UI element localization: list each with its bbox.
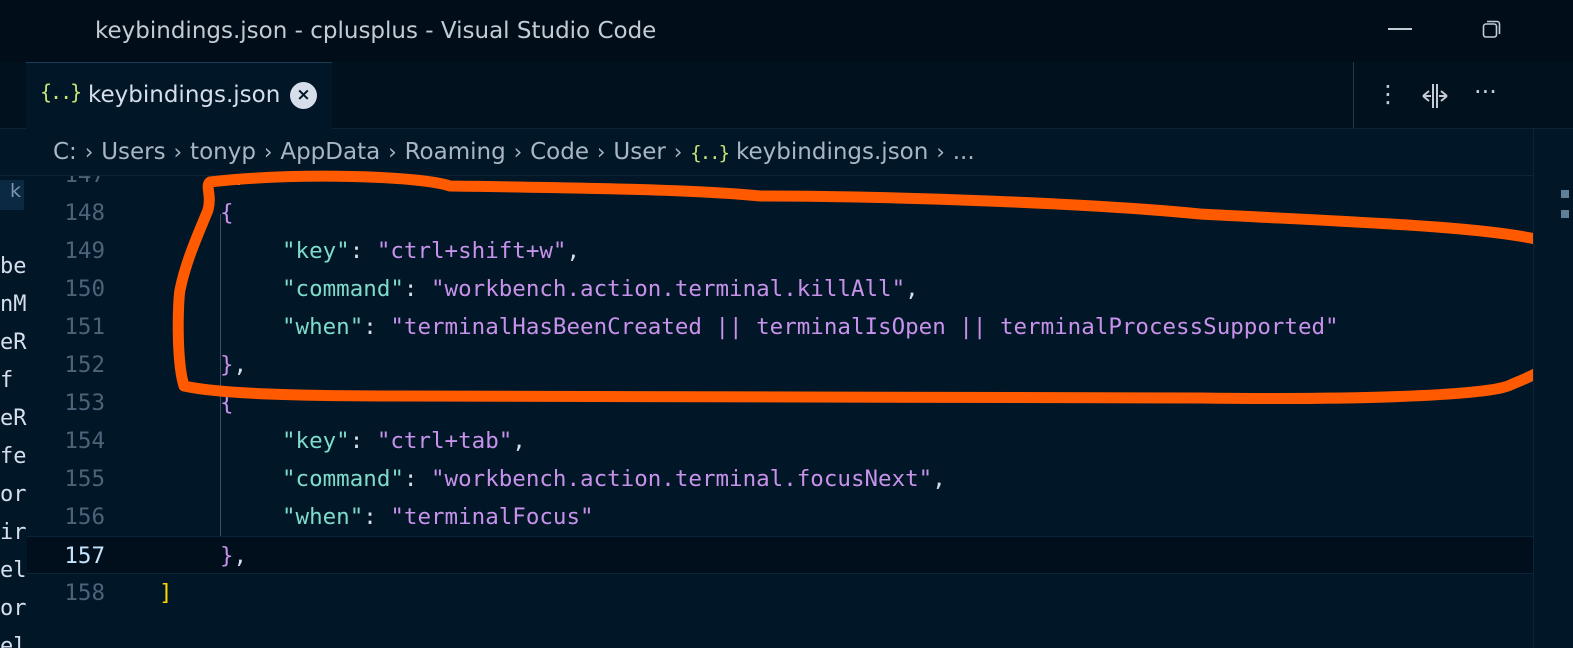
vertical-scrollbar[interactable] xyxy=(1533,129,1573,648)
overview-ruler-mark xyxy=(1561,210,1569,218)
highlight-annotation xyxy=(172,170,1568,404)
overview-ruler-mark xyxy=(1561,190,1569,198)
